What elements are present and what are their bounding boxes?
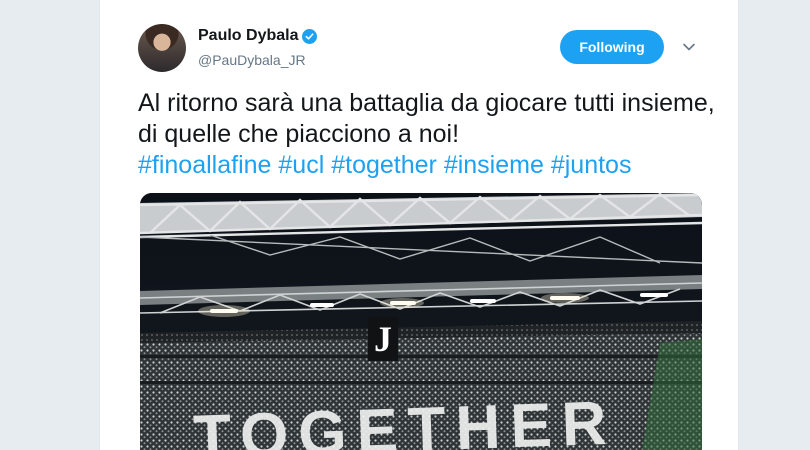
following-button[interactable]: Following <box>560 30 664 64</box>
tweet-media-image[interactable]: J TOGETHER <box>140 193 702 450</box>
tweet-body: Al ritorno sarà una battaglia da giocare… <box>138 89 715 148</box>
tweet-text: Al ritorno sarà una battaglia da giocare… <box>138 88 718 181</box>
juventus-logo: J <box>374 319 392 359</box>
author-name[interactable]: Paulo Dybala <box>198 27 298 45</box>
verified-badge-icon <box>302 28 318 44</box>
hashtag[interactable]: #finoallafine <box>138 151 271 179</box>
hashtag[interactable]: #together <box>331 151 437 179</box>
hashtag[interactable]: #ucl <box>278 151 324 179</box>
stadium-photo: J TOGETHER <box>140 193 702 450</box>
author-row: Paulo Dybala <box>198 27 318 45</box>
hashtag[interactable]: #insieme <box>444 151 544 179</box>
hashtag-list: #finoallafine #ucl #together #insieme #j… <box>138 151 631 179</box>
hashtag[interactable]: #juntos <box>551 151 632 179</box>
chevron-down-icon[interactable] <box>682 40 696 54</box>
tweet-card: Paulo Dybala @PauDybala_JR Following Al … <box>99 0 739 450</box>
avatar[interactable] <box>138 24 186 72</box>
author-handle[interactable]: @PauDybala_JR <box>198 52 306 68</box>
